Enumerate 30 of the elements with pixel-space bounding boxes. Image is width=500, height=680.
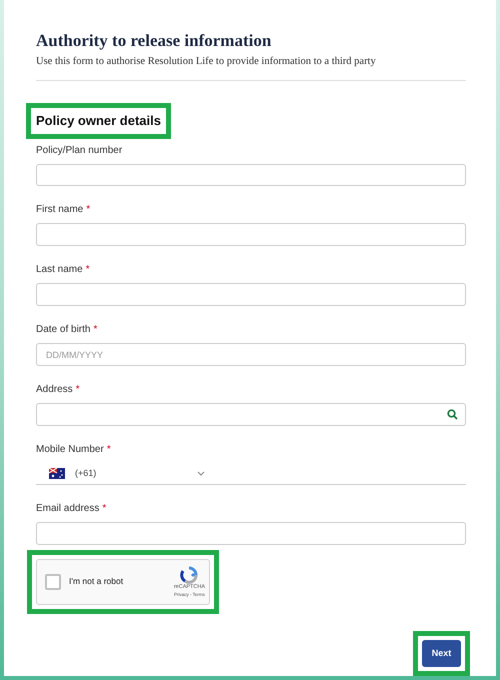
field-label: First name: [36, 203, 84, 218]
required-mark: *: [106, 442, 111, 457]
required-mark: *: [86, 203, 90, 218]
input-field[interactable]: [36, 164, 466, 186]
checkbox[interactable]: [45, 574, 61, 590]
next-button[interactable]: Next: [422, 640, 461, 667]
field-label: Email address: [36, 502, 100, 516]
chevron-down-icon: [197, 470, 205, 476]
captcha-label: I'm not a robot: [69, 575, 124, 588]
field-label: Last name: [36, 263, 83, 278]
form-subtitle: Use this form to authorise Resolution Life to provide information to a third party: [36, 55, 377, 70]
required-mark: *: [93, 323, 98, 338]
required-mark: *: [102, 502, 106, 516]
required-mark: *: [76, 383, 80, 398]
form-title: Authority to release information: [36, 30, 272, 52]
field-label: Address: [36, 383, 73, 398]
section-heading: Policy owner details: [36, 112, 161, 130]
input-field[interactable]: DD/MM/YYYY: [36, 343, 466, 366]
search-icon[interactable]: [447, 409, 458, 420]
recaptcha-logo-icon: [180, 566, 198, 584]
input-field[interactable]: [36, 522, 466, 545]
required-mark: *: [86, 263, 90, 278]
address-field[interactable]: [36, 403, 466, 426]
input-field[interactable]: [36, 223, 466, 246]
field-label: Mobile Number: [36, 442, 104, 457]
field-label: Policy/Plan number: [36, 144, 122, 158]
flag-icon: [49, 468, 65, 479]
input-field[interactable]: [36, 283, 466, 306]
field-label: Date of birth: [36, 323, 90, 338]
country-code-select[interactable]: (+61): [75, 466, 205, 480]
